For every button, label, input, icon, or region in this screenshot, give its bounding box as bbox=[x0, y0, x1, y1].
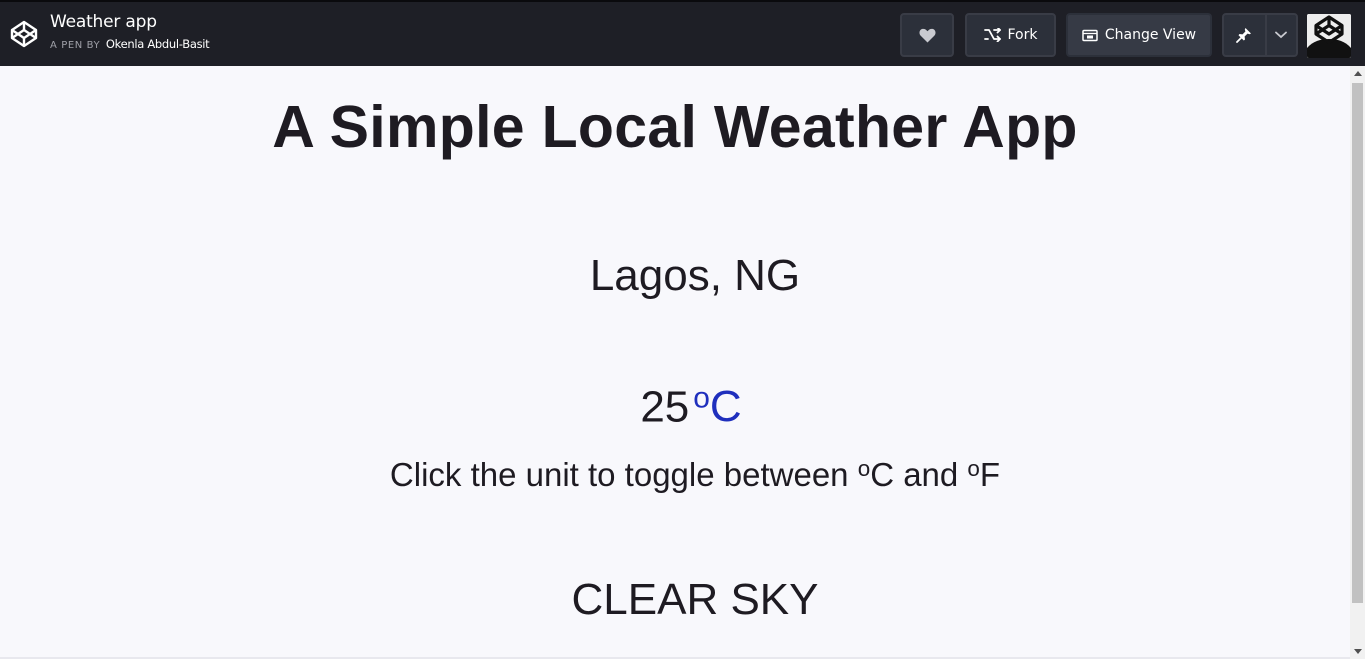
fork-icon bbox=[983, 28, 1002, 42]
pen-title-block: Weather app A PEN BY Okenla Abdul-Basit bbox=[50, 12, 210, 51]
pin-button[interactable] bbox=[1224, 15, 1267, 55]
codepen-header: Weather app A PEN BY Okenla Abdul-Basit bbox=[0, 0, 1365, 66]
scrollbar-thumb[interactable] bbox=[1352, 83, 1363, 603]
change-view-label: Change View bbox=[1104, 27, 1197, 43]
pen-byline: A PEN BY Okenla Abdul-Basit bbox=[50, 37, 210, 51]
hint-prefix: Click the unit to toggle between bbox=[389, 456, 858, 494]
codepen-logo-icon[interactable] bbox=[9, 19, 39, 49]
chevron-down-icon bbox=[1275, 31, 1288, 39]
pen-preview: A Simple Local Weather App Lagos, NG 25 o… bbox=[0, 66, 1350, 659]
hint-f: F bbox=[979, 456, 1001, 494]
temperature-unit-letter: C bbox=[709, 382, 742, 432]
fork-label: Fork bbox=[1007, 27, 1038, 43]
pin-icon bbox=[1236, 27, 1252, 43]
weather-description: CLEAR SKY bbox=[571, 575, 819, 624]
scroll-up-arrow-icon[interactable] bbox=[1350, 66, 1365, 81]
location-label: Lagos, NG bbox=[589, 251, 801, 300]
temperature-unit-degree: o bbox=[693, 382, 710, 415]
temperature-unit-toggle[interactable]: oC bbox=[693, 382, 741, 431]
pin-dropdown-toggle[interactable] bbox=[1267, 15, 1296, 55]
temperature-display: 25 oC bbox=[0, 384, 1365, 429]
pen-title[interactable]: Weather app bbox=[50, 12, 209, 32]
heart-button[interactable] bbox=[900, 13, 954, 57]
temperature-value: 25 bbox=[640, 382, 690, 432]
page-title: A Simple Local Weather App bbox=[272, 94, 1078, 160]
pen-author-link[interactable]: Okenla Abdul-Basit bbox=[106, 37, 210, 51]
scroll-down-arrow-icon[interactable] bbox=[1350, 644, 1365, 659]
change-view-button[interactable]: Change View bbox=[1066, 13, 1212, 57]
user-avatar[interactable] bbox=[1307, 14, 1351, 58]
heart-icon bbox=[918, 28, 936, 43]
pen-by-label: A PEN BY bbox=[50, 40, 101, 51]
vertical-scrollbar[interactable] bbox=[1350, 66, 1365, 659]
change-view-icon bbox=[1082, 29, 1098, 42]
fork-button[interactable]: Fork bbox=[965, 13, 1056, 57]
hint-degree-c: o bbox=[857, 456, 871, 481]
hint-degree-f: o bbox=[967, 456, 980, 481]
hint-c: C and bbox=[870, 456, 968, 494]
toggle-hint-text: Click the unit to toggle between oC and … bbox=[0, 456, 1365, 494]
pin-menu-button[interactable] bbox=[1222, 13, 1298, 57]
